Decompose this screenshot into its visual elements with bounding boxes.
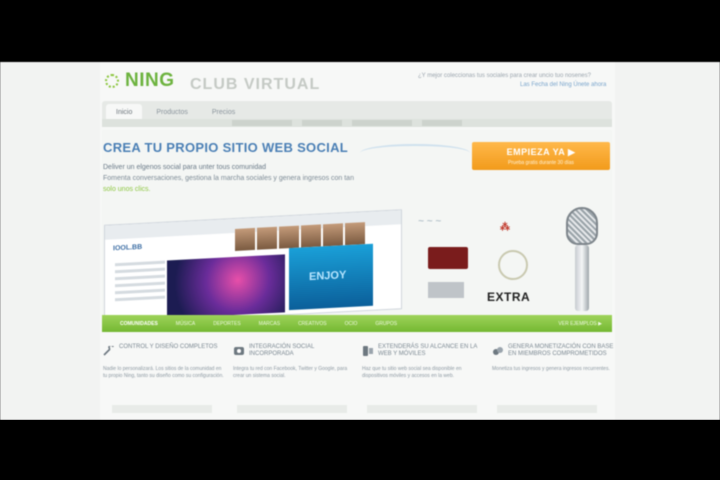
coins-icon (493, 347, 503, 355)
site-screenshot-mockup: IOOL.BB ENJOY (104, 209, 402, 325)
red-text-brand-logo: ⁂ (500, 222, 510, 233)
hero-desc-line-2: Fomenta conversaciones, gestiona la marc… (103, 175, 354, 182)
feature-title: EXTENDERÁS SU ALCANCE EN LA WEB Y MÓVILE… (378, 344, 478, 357)
main-nav: Inicio Productos Precios (102, 101, 612, 121)
cta-label: EMPIEZA YA ▶ (506, 147, 576, 157)
footer-strip (102, 402, 612, 416)
hero-title: CREA TU PROPIO SITIO WEB SOCIAL (103, 140, 348, 155)
concert-photo (167, 254, 285, 319)
mockup-logo: IOOL.BB (113, 243, 143, 253)
letterbox-top (0, 0, 720, 62)
mockup-promo-panel: ENJOY (289, 243, 373, 311)
round-brand-logo (498, 250, 528, 280)
start-now-button[interactable]: EMPIEZA YA ▶ Prueba gratis durante 30 dí… (472, 142, 610, 170)
header-tagline: ¿Y mejor coleccionas tus sociales para c… (418, 73, 591, 79)
letterbox-bottom (0, 420, 720, 480)
category-tab[interactable]: COMUNIDADES (120, 321, 158, 327)
feature-description: Monetiza tus ingresos y genera ingresos … (492, 366, 610, 372)
ning-logo[interactable]: NING (102, 70, 175, 92)
feature-title: INTEGRACIÓN SOCIAL INCORPORADA (249, 344, 315, 357)
gray-brand-logo (428, 282, 464, 298)
category-tab[interactable]: DEPORTES (213, 321, 240, 327)
logo-text: NING (125, 70, 175, 91)
cta-sublabel: Prueba gratis durante 30 días (508, 160, 574, 166)
mockup-promo-text: ENJOY (309, 269, 347, 284)
ning-logo-icon (102, 71, 122, 91)
feature-title: GENERA MONETIZACIÓN CON BASE EN MIEMBROS… (508, 344, 614, 357)
mobile-icon (363, 346, 373, 356)
feature-description: Haz que tu sitio web social sea disponib… (362, 366, 462, 379)
hero-description: Deliver un elgenos social para unter tou… (103, 162, 443, 195)
extra-logo: EXTRA (487, 290, 531, 304)
category-tab[interactable]: MÚSICA (176, 321, 195, 327)
ghost-title: CLUB VIRTUAL (190, 76, 321, 93)
feature-description: Integra tu red con Facebook, Twitter y G… (233, 366, 348, 379)
header-links[interactable]: Las Fecha del Ning Únete ahora (520, 82, 606, 88)
category-bar: COMUNIDADES MÚSICA DEPORTES MARCAS CREAT… (102, 315, 612, 332)
category-tab[interactable]: CREATIVOS (298, 321, 327, 327)
red-brand-logo (428, 247, 468, 269)
hero-desc-line-1: Deliver un elgenos social para unter tou… (103, 164, 267, 171)
wrench-icon (103, 346, 114, 356)
hero-desc-line-3: solo unos clics. (103, 186, 151, 193)
share-icon (234, 347, 244, 355)
browser-page: NING CLUB VIRTUAL ¿Y mejor coleccionas t… (0, 62, 720, 420)
brand-logos: ~ ~ ~ ⁂ EXTRA (414, 212, 554, 312)
microphone-icon (560, 207, 604, 317)
category-tab[interactable]: GRUPOS (375, 321, 397, 327)
arrow-swoosh-icon (360, 144, 470, 162)
sub-nav (102, 119, 612, 127)
feature-description: Nadie lo personalizará. Los sitios de la… (103, 366, 224, 379)
category-tab[interactable]: MARCAS (259, 321, 280, 327)
script-brand-logo: ~ ~ ~ (418, 216, 442, 227)
category-tab[interactable]: OCIO (345, 321, 358, 327)
see-examples-link[interactable]: VER EJEMPLOS ▶ (558, 321, 602, 327)
feature-title: CONTROL Y DISEÑO COMPLETOS (119, 344, 218, 350)
